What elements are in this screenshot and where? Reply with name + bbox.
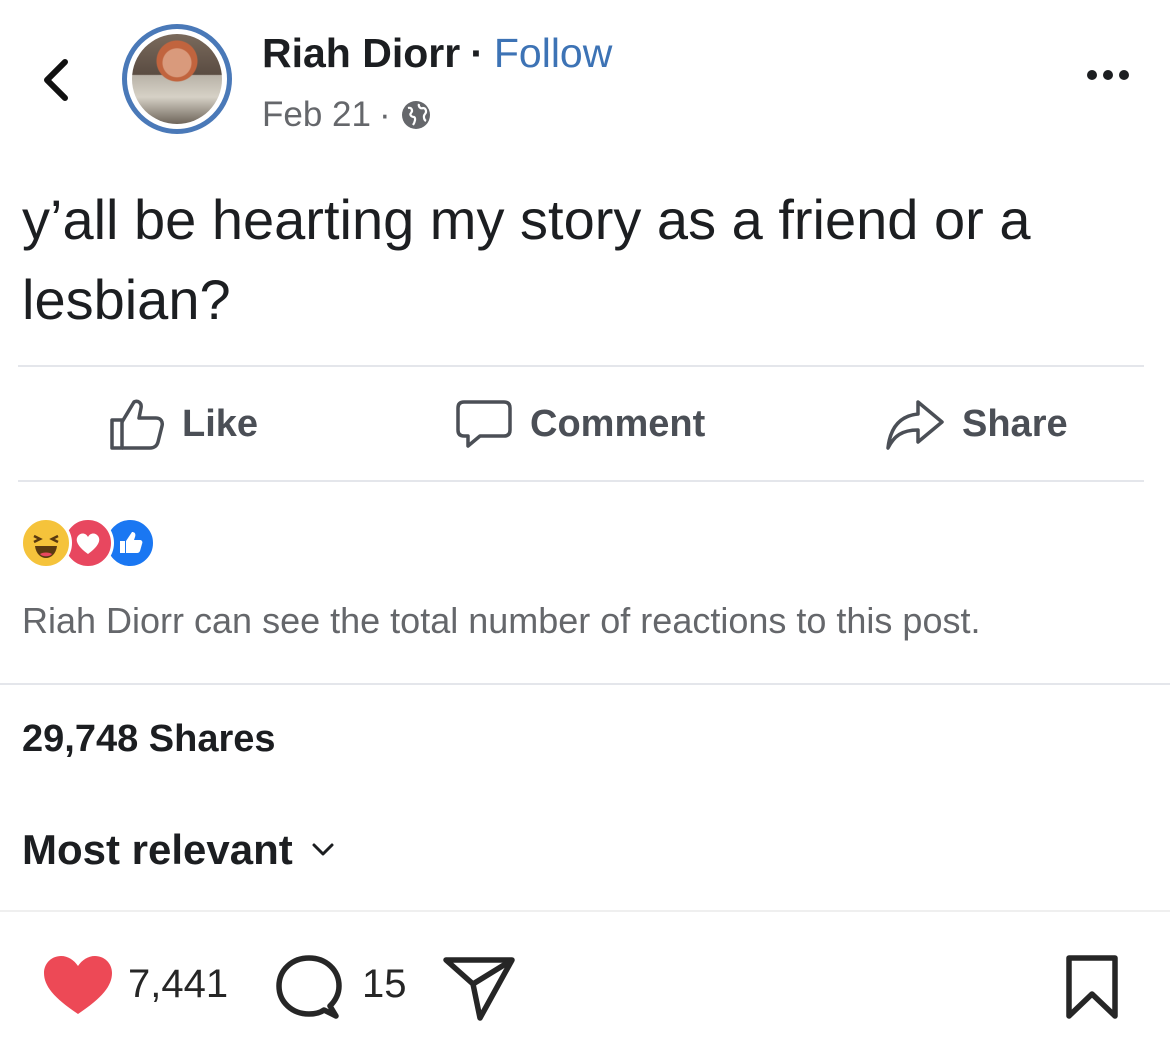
like-label: Like	[182, 402, 259, 445]
divider	[0, 910, 1170, 912]
meta-separator: ·	[378, 95, 391, 134]
comment-icon	[276, 955, 342, 1019]
bookmark-icon	[1066, 955, 1118, 1019]
paper-plane-icon	[443, 957, 515, 1021]
divider	[18, 480, 1144, 482]
comment-bubble-icon	[456, 400, 512, 448]
like-button[interactable]: Like	[108, 392, 258, 456]
share-label: Share	[962, 402, 1068, 445]
sort-dropdown[interactable]: Most relevant	[22, 826, 335, 874]
shares-count[interactable]: 29,748 Shares	[22, 718, 276, 761]
more-options-button[interactable]	[1078, 60, 1138, 90]
divider	[18, 365, 1144, 367]
like-heart-button[interactable]	[42, 954, 114, 1018]
comment-button[interactable]	[274, 954, 344, 1022]
separator-dot: ·	[470, 30, 484, 76]
avatar-image	[132, 34, 222, 124]
comment-count[interactable]: 15	[362, 962, 407, 1007]
post-date[interactable]: Feb 21	[262, 95, 371, 135]
thumbs-up-icon	[110, 399, 164, 450]
share-arrow-icon	[886, 400, 944, 450]
share-button[interactable]: Share	[884, 392, 1068, 456]
avatar[interactable]	[122, 24, 232, 134]
divider	[0, 683, 1170, 685]
haha-reaction-icon	[20, 517, 72, 569]
author-line: Riah Diorr · Follow	[262, 30, 612, 82]
globe-icon	[401, 101, 430, 129]
more-dot	[1087, 70, 1097, 80]
more-dot	[1119, 70, 1129, 80]
comment-label: Comment	[530, 402, 706, 445]
heart-filled-icon	[44, 956, 112, 1014]
save-button[interactable]	[1064, 954, 1120, 1022]
comment-button[interactable]: Comment	[454, 392, 705, 456]
sort-label: Most relevant	[22, 826, 293, 873]
chevron-left-icon	[44, 59, 68, 101]
reactions-note: Riah Diorr can see the total number of r…	[22, 600, 981, 641]
post-text: y’all be hearting my story as a friend o…	[22, 188, 1031, 331]
reaction-icons[interactable]	[20, 517, 156, 569]
post-meta: Feb 21 ·	[262, 92, 433, 138]
more-dot	[1103, 70, 1113, 80]
instagram-action-bar: 7,441 15	[0, 940, 1170, 1040]
author-name[interactable]: Riah Diorr	[262, 30, 460, 77]
follow-button[interactable]: Follow	[494, 30, 612, 77]
send-button[interactable]	[442, 954, 516, 1022]
back-button[interactable]	[32, 52, 80, 108]
like-count[interactable]: 7,441	[128, 962, 228, 1007]
chevron-down-icon	[312, 843, 334, 856]
